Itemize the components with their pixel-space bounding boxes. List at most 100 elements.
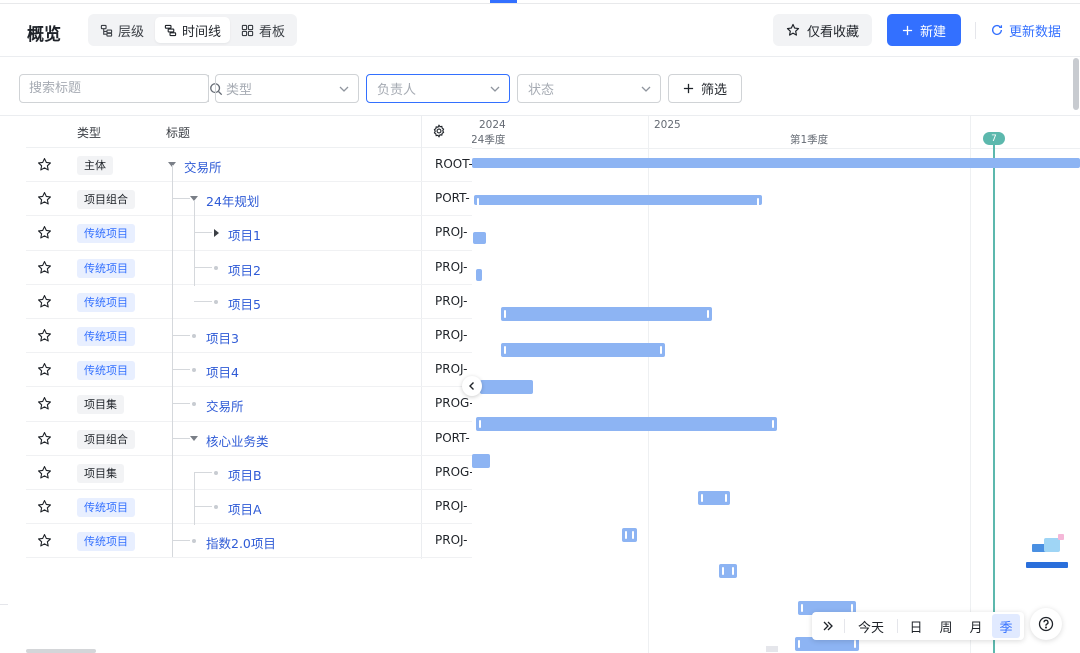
- zoom-week-button[interactable]: 周: [932, 614, 960, 638]
- favorite-star-icon[interactable]: [37, 533, 52, 548]
- table-row[interactable]: 项目组合 24年规划 PORT-: [26, 182, 472, 217]
- gantt-bar[interactable]: [472, 454, 490, 468]
- expand-panel-button[interactable]: [816, 614, 840, 638]
- row-title-link[interactable]: 指数2.0项目: [206, 533, 276, 552]
- new-button[interactable]: 新建: [887, 14, 961, 46]
- table-row[interactable]: 项目集 交易所 PROG-: [26, 387, 472, 422]
- tree-node-dot: [192, 402, 196, 407]
- favorite-star-icon[interactable]: [37, 157, 52, 172]
- favorite-star-icon[interactable]: [37, 396, 52, 411]
- table-row[interactable]: 传统项目 项目A PROJ-: [26, 490, 472, 525]
- table-row[interactable]: 传统项目 项目3 PROJ-: [26, 319, 472, 354]
- row-title-link[interactable]: 项目B: [228, 465, 262, 484]
- gantt-bar[interactable]: [476, 417, 777, 431]
- row-title-link[interactable]: 项目A: [228, 499, 262, 518]
- gantt-year-label: 2024: [479, 119, 506, 131]
- row-code: PROJ-: [435, 498, 468, 513]
- column-settings-button[interactable]: [432, 124, 446, 141]
- favorite-star-icon[interactable]: [37, 328, 52, 343]
- gantt-bar[interactable]: [480, 380, 533, 394]
- table-row[interactable]: 传统项目 项目5 PROJ-: [26, 285, 472, 319]
- chevron-down-icon: [339, 86, 349, 92]
- row-title-link[interactable]: 核心业务类: [206, 431, 269, 450]
- today-button[interactable]: 今天: [849, 617, 893, 636]
- filter-bar: 类型 负责人 状态 筛选: [0, 58, 1080, 116]
- gantt-bar[interactable]: [501, 343, 665, 357]
- favorite-star-icon[interactable]: [37, 431, 52, 446]
- expand-caret-icon[interactable]: [214, 229, 219, 238]
- row-code: ROOT-: [435, 157, 472, 171]
- row-title-link[interactable]: 项目2: [228, 260, 261, 279]
- tree-connector: [194, 505, 212, 507]
- gantt-year-label: 2025: [654, 119, 681, 131]
- gantt-bar[interactable]: [472, 158, 1080, 168]
- refresh-data-button[interactable]: 更新数据: [990, 14, 1061, 46]
- favorite-star-icon[interactable]: [37, 362, 52, 377]
- help-button[interactable]: [1030, 608, 1062, 640]
- row-title-link[interactable]: 项目5: [228, 294, 261, 313]
- table-row[interactable]: 传统项目 项目1 PROJ-: [26, 216, 472, 251]
- view-switch: 层级 时间线 看板: [88, 14, 298, 46]
- row-title-link[interactable]: 24年规划: [206, 191, 259, 210]
- page-title: 概览: [27, 25, 61, 45]
- gantt-bar[interactable]: [719, 564, 737, 578]
- row-code: PROJ-: [435, 362, 468, 377]
- row-code: PROG-: [435, 396, 472, 411]
- view-timeline-button[interactable]: 时间线: [155, 17, 231, 43]
- table-row[interactable]: 传统项目 指数2.0项目 PROJ-: [26, 524, 472, 559]
- row-code: PORT-: [435, 430, 470, 445]
- type-tag: 传统项目: [77, 224, 135, 244]
- vertical-scrollbar[interactable]: [1073, 58, 1079, 110]
- favorite-star-icon[interactable]: [37, 191, 52, 206]
- floating-assistant-widget[interactable]: [1022, 530, 1072, 574]
- table-row[interactable]: 项目集 项目B PROG-: [26, 456, 472, 490]
- type-select[interactable]: 类型: [215, 74, 359, 103]
- today-marker-line: [993, 138, 995, 653]
- zoom-day-button[interactable]: 日: [902, 614, 930, 638]
- row-title-link[interactable]: 项目1: [228, 225, 261, 244]
- horizontal-scrollbar[interactable]: [26, 649, 96, 653]
- type-tag: 传统项目: [77, 326, 135, 346]
- help-icon: [1038, 616, 1054, 632]
- gantt-bar[interactable]: [473, 232, 486, 244]
- row-title-link[interactable]: 项目4: [206, 362, 239, 381]
- gantt-bar[interactable]: [476, 269, 482, 281]
- favorite-star-icon[interactable]: [37, 465, 52, 480]
- type-tag: 传统项目: [77, 532, 135, 552]
- table-row[interactable]: 项目组合 核心业务类 PORT-: [26, 422, 472, 456]
- view-board-button[interactable]: 看板: [232, 17, 294, 43]
- favorite-star-icon[interactable]: [37, 225, 52, 240]
- favorite-star-icon[interactable]: [37, 499, 52, 514]
- gantt-bar[interactable]: [474, 195, 762, 206]
- owner-select[interactable]: 负责人: [366, 74, 510, 103]
- refresh-icon: [991, 24, 1003, 35]
- type-tag: 传统项目: [77, 292, 135, 312]
- row-title-link[interactable]: 交易所: [184, 157, 222, 176]
- favorites-only-label: 仅看收藏: [806, 24, 859, 40]
- favorite-star-icon[interactable]: [37, 260, 52, 275]
- favorite-star-icon[interactable]: [37, 294, 52, 309]
- gantt-scroll-handle[interactable]: [766, 646, 778, 652]
- collapse-caret-icon[interactable]: [190, 435, 198, 441]
- filter-button[interactable]: 筛选: [668, 74, 742, 103]
- tree-node-dot: [192, 539, 196, 544]
- row-title-link[interactable]: 交易所: [206, 396, 244, 415]
- tree-node-dot: [214, 265, 218, 270]
- table-row[interactable]: 传统项目 项目2 PROJ-: [26, 251, 472, 285]
- tree-node-dot: [214, 299, 218, 304]
- status-select[interactable]: 状态: [517, 74, 661, 103]
- zoom-month-button[interactable]: 月: [962, 614, 990, 638]
- collapse-table-button[interactable]: [462, 376, 482, 396]
- gantt-bar[interactable]: [698, 491, 730, 505]
- row-title-link[interactable]: 项目3: [206, 328, 239, 347]
- gantt-bar[interactable]: [501, 307, 712, 321]
- status-select-placeholder: 状态: [528, 83, 555, 98]
- search-input[interactable]: [20, 75, 208, 102]
- table-row[interactable]: 传统项目 项目4 PROJ-: [26, 353, 472, 388]
- tree-connector: [172, 198, 190, 200]
- zoom-quarter-button[interactable]: 季: [992, 614, 1020, 638]
- gantt-bar[interactable]: [622, 528, 637, 542]
- table-row[interactable]: 主体 交易所 ROOT-: [26, 148, 472, 183]
- favorites-only-button[interactable]: 仅看收藏: [773, 14, 872, 46]
- view-hierarchy-button[interactable]: 层级: [91, 17, 153, 43]
